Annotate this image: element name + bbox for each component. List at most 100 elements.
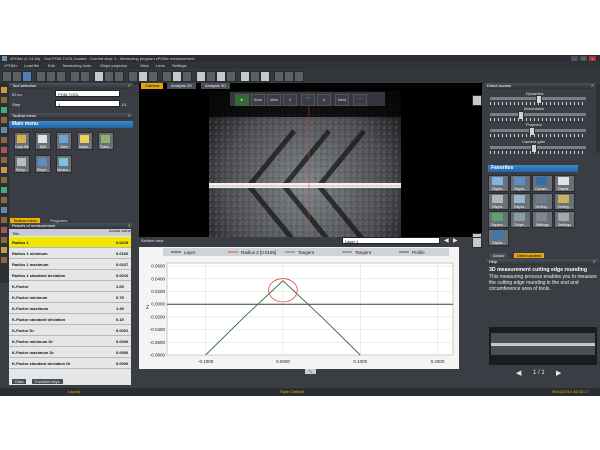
pin-icon[interactable]: ✕	[128, 113, 131, 119]
favorite-button[interactable]: Dynam...	[532, 175, 553, 192]
toolbar-button[interactable]	[216, 71, 226, 82]
pin-icon[interactable]: ✕	[593, 259, 596, 265]
favorites-bar[interactable]: Favorites	[488, 165, 578, 172]
prev-arrow-icon[interactable]: ◀	[444, 237, 449, 244]
table-row[interactable]: K-Factor minimum 0.79	[9, 292, 131, 303]
favorite-button[interactable]: Displa...	[510, 175, 531, 192]
tool-icon[interactable]	[1, 127, 7, 133]
favorite-button[interactable]: Displa...	[554, 175, 575, 192]
pin-icon[interactable]: ✕	[128, 83, 131, 89]
toolbar-button[interactable]	[226, 71, 236, 82]
menu-settings[interactable]: Settings	[172, 62, 186, 69]
toolbar-button[interactable]	[46, 71, 56, 82]
toolbar-button[interactable]	[12, 71, 22, 82]
table-row[interactable]: Radius 1 standard deviation 0.0016	[9, 270, 131, 281]
table-row[interactable]: Radius 1 minimum 0.0160	[9, 248, 131, 259]
tool-icon[interactable]	[1, 87, 7, 93]
favorite-button[interactable]: Setting...	[532, 193, 553, 210]
favorite-button[interactable]: Displa...	[510, 193, 531, 210]
setup-button[interactable]: Setup...	[14, 155, 30, 173]
toolbar-button[interactable]	[206, 71, 216, 82]
toolbar-button[interactable]	[94, 71, 104, 82]
tool-icon[interactable]	[1, 187, 7, 193]
tab-analysis-2d[interactable]: Analysis 2D	[167, 83, 197, 89]
load-file-button[interactable]: Load file	[14, 132, 30, 150]
manual-button[interactable]: Man	[267, 94, 281, 106]
tool-icon[interactable]	[1, 247, 7, 253]
tool-icon[interactable]	[1, 197, 7, 203]
favorite-button[interactable]: Settings	[554, 211, 575, 228]
menu-edit[interactable]: Edit	[48, 62, 55, 69]
table-row[interactable]: K-Factor maximum 1.49	[9, 303, 131, 314]
tool-icon[interactable]	[1, 137, 7, 143]
tool-icon[interactable]	[1, 177, 7, 183]
toolbar-button[interactable]	[36, 71, 46, 82]
stripe-button[interactable]: Stripe...	[35, 155, 51, 173]
play-button[interactable]: ►	[235, 94, 249, 106]
toolbar-button[interactable]	[162, 71, 172, 82]
toolbar-button[interactable]	[128, 71, 138, 82]
toolbar-button[interactable]	[70, 71, 80, 82]
menu-load-file[interactable]: Load file	[24, 62, 39, 69]
toolbar-button[interactable]	[250, 71, 260, 82]
main-menu-bar[interactable]: Main menu	[9, 121, 133, 128]
menu-view[interactable]: View	[140, 62, 149, 69]
table-row[interactable]: Radius 1 0.0219	[9, 237, 131, 248]
up-button[interactable]: ⌃	[353, 94, 367, 106]
tool-icon[interactable]	[1, 107, 7, 113]
toolbar-button[interactable]	[294, 71, 304, 82]
table-row[interactable]: K-Factor Dr 0.0001	[9, 325, 131, 336]
favorite-button[interactable]: Squaro...	[488, 211, 509, 228]
tool-icon[interactable]	[1, 217, 7, 223]
favorite-button[interactable]: Displa...	[488, 175, 509, 192]
prev-page-icon[interactable]: ◀	[516, 369, 521, 377]
id-field[interactable]: POM-TOOL	[55, 90, 120, 97]
toolbar-button[interactable]	[240, 71, 250, 82]
table-row[interactable]: K-Factor minimum Dr 0.0000	[9, 336, 131, 347]
auto-button[interactable]: Auto	[251, 94, 265, 106]
toolbar-button[interactable]	[80, 71, 90, 82]
toolbar-button[interactable]	[274, 71, 284, 82]
projector-slider[interactable]	[490, 127, 586, 136]
tool-icon[interactable]	[1, 117, 7, 123]
tool-icon[interactable]	[1, 257, 7, 263]
step-field[interactable]: 1	[55, 100, 120, 107]
pause-button[interactable]: ‖	[283, 94, 297, 106]
table-row[interactable]: K-Factor 1.05	[9, 281, 131, 292]
chart-settings-icon[interactable]	[472, 237, 482, 248]
tool-icon[interactable]	[1, 237, 7, 243]
toolbar-button[interactable]	[196, 71, 206, 82]
side-tab[interactable]	[596, 83, 600, 153]
menu-pom[interactable]: »POM«	[4, 62, 18, 69]
toolbar-button[interactable]	[56, 71, 66, 82]
menu-lens[interactable]: Lens	[156, 62, 165, 69]
maximize-button[interactable]: □	[580, 56, 587, 61]
fullscreen-icon[interactable]	[472, 95, 482, 106]
favorite-button[interactable]: Displa...	[488, 229, 509, 246]
next-arrow-icon[interactable]: ▶	[453, 237, 458, 244]
tool-icon[interactable]	[1, 97, 7, 103]
toolbar-button[interactable]	[260, 71, 270, 82]
favorite-button[interactable]: Settings	[532, 211, 553, 228]
toolbar-button[interactable]	[182, 71, 192, 82]
table-row[interactable]: K-Factor maximum Dr 0.0000	[9, 347, 131, 358]
tab-data[interactable]: Data	[12, 379, 27, 384]
tab-direct-access[interactable]: Direct access	[514, 253, 545, 258]
transform-button[interactable]: Trans...	[98, 132, 114, 150]
edit-button[interactable]: Edit	[35, 132, 51, 150]
table-row[interactable]: K-Factor standard deviation Dr 0.0000	[9, 358, 131, 369]
toolbar-button[interactable]	[2, 71, 12, 82]
menu-measuring-tools[interactable]: Measuring tools	[63, 62, 91, 69]
toolbar-button[interactable]	[104, 71, 114, 82]
tab-action[interactable]: Action	[490, 253, 508, 258]
next-page-icon[interactable]: ▶	[556, 369, 561, 377]
toolbar-button[interactable]	[114, 71, 124, 82]
tool-icon[interactable]	[1, 167, 7, 173]
illumination-slider[interactable]	[490, 111, 586, 120]
favorite-button[interactable]: Stripe...	[510, 211, 531, 228]
toolbar-button[interactable]	[172, 71, 182, 82]
tool-icon[interactable]	[1, 207, 7, 213]
toolbar-button[interactable]	[138, 71, 148, 82]
tool-icon[interactable]	[1, 227, 7, 233]
tab-camera[interactable]: Camera	[141, 83, 164, 89]
